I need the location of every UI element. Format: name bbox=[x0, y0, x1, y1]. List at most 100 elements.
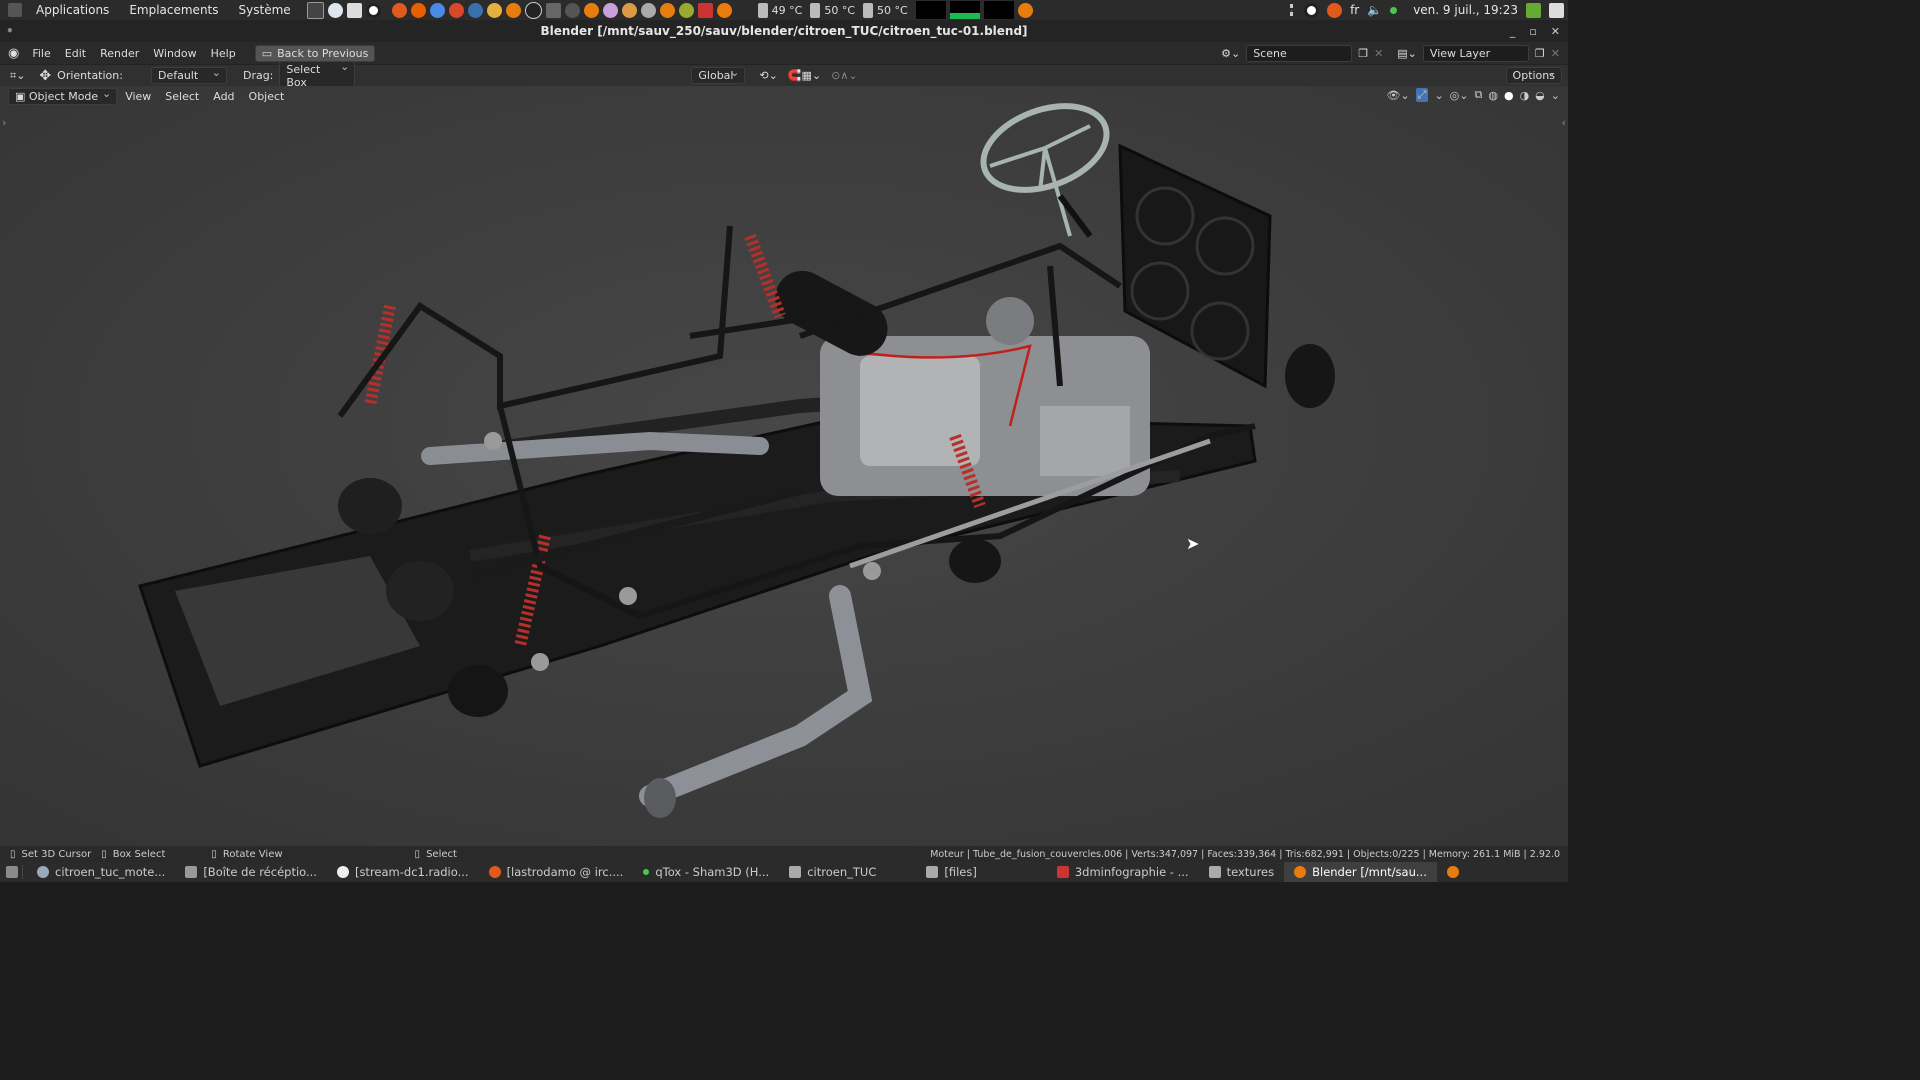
gizmo-dropdown-icon[interactable]: ⌄ bbox=[1434, 89, 1443, 102]
window-menu-icon[interactable]: • bbox=[6, 24, 14, 38]
task-citroen-tuc-moteur[interactable]: citroen_tuc_mote... bbox=[27, 862, 175, 882]
cpu-graph bbox=[915, 1, 946, 19]
menu-select[interactable]: Select bbox=[159, 89, 205, 104]
snap-target-icon[interactable]: ▦⌄ bbox=[802, 69, 822, 82]
app-icon[interactable] bbox=[365, 2, 381, 18]
clock[interactable]: ven. 9 juil., 19:23 bbox=[1413, 3, 1518, 17]
task-files[interactable]: [files] bbox=[916, 862, 986, 882]
menu-render[interactable]: Render bbox=[93, 47, 146, 60]
visibility-icon[interactable]: 👁⌄ bbox=[1386, 89, 1409, 102]
jolly-roger-icon[interactable] bbox=[640, 2, 656, 18]
options-dropdown[interactable]: Options bbox=[1505, 66, 1562, 84]
task-textures[interactable]: textures bbox=[1199, 862, 1285, 882]
scene-field[interactable]: Scene bbox=[1246, 44, 1353, 62]
tray-app-icon[interactable] bbox=[1304, 2, 1320, 18]
window-titlebar[interactable]: • Blender [/mnt/sauv_250/sauv/blender/ci… bbox=[0, 20, 1568, 42]
shading-options-icon[interactable]: ⌄ bbox=[1551, 89, 1560, 102]
view-layer-type-icon[interactable]: ▤⌄ bbox=[1397, 47, 1417, 60]
blender-tray-icon[interactable] bbox=[1017, 2, 1033, 18]
filezilla-icon[interactable] bbox=[697, 2, 713, 18]
editor-type-icon[interactable]: ⌗⌄ bbox=[10, 69, 25, 83]
blender-icon[interactable] bbox=[505, 2, 521, 18]
blender-logo-icon[interactable]: ◉ bbox=[8, 46, 19, 61]
transform-orientation-dropdown[interactable]: Global bbox=[691, 66, 746, 84]
close-icon[interactable]: ✕ bbox=[1551, 25, 1560, 38]
firefox-icon[interactable] bbox=[410, 2, 426, 18]
blender-icon-3[interactable] bbox=[659, 2, 675, 18]
app-icon-6[interactable] bbox=[621, 2, 637, 18]
menu-view[interactable]: View bbox=[119, 89, 157, 104]
menu-window[interactable]: Window bbox=[146, 47, 203, 60]
menu-object[interactable]: Object bbox=[243, 89, 291, 104]
update-icon[interactable] bbox=[1526, 2, 1541, 18]
back-to-previous-button[interactable]: ▭ Back to Previous bbox=[254, 44, 376, 62]
show-desktop-icon-2[interactable] bbox=[6, 866, 18, 878]
net-graph bbox=[983, 1, 1014, 19]
app-icon-4[interactable] bbox=[545, 2, 561, 18]
qtox-status-icon bbox=[643, 869, 650, 875]
menu-places[interactable]: Emplacements bbox=[119, 3, 228, 17]
view-layer-new-icon[interactable]: ❐ bbox=[1535, 47, 1545, 60]
scene-new-icon[interactable]: ❐ bbox=[1358, 47, 1368, 60]
vlc-icon[interactable] bbox=[391, 2, 407, 18]
scene-delete-icon[interactable]: ✕ bbox=[1374, 47, 1383, 60]
sidebar-expand-icon[interactable]: ‹ bbox=[1562, 116, 1566, 129]
chrome-icon[interactable] bbox=[429, 2, 445, 18]
tray-vlc-icon[interactable] bbox=[1327, 2, 1343, 18]
overlay-icon[interactable]: ◎⌄ bbox=[1450, 89, 1469, 102]
rendered-shading-icon[interactable]: ◒ bbox=[1535, 89, 1545, 102]
menu-applications[interactable]: Applications bbox=[26, 3, 119, 17]
material-shading-icon[interactable]: ◑ bbox=[1520, 89, 1530, 102]
move-tool-icon[interactable]: ✥ bbox=[39, 68, 51, 84]
snap-icon[interactable]: 🧲 bbox=[788, 69, 802, 82]
files-icon[interactable] bbox=[346, 2, 362, 18]
task-mail[interactable]: [Boîte de récéptio... bbox=[175, 862, 327, 882]
volume-icon[interactable]: 🔈 bbox=[1367, 3, 1382, 17]
view-layer-field[interactable]: View Layer bbox=[1422, 44, 1529, 62]
viewport-render bbox=[0, 86, 1568, 846]
menu-help[interactable]: Help bbox=[204, 47, 243, 60]
pivot-icon[interactable]: ⟲⌄ bbox=[759, 69, 777, 82]
inkscape-icon[interactable] bbox=[564, 2, 580, 18]
keyboard-layout[interactable]: fr bbox=[1350, 3, 1359, 17]
menu-file[interactable]: File bbox=[25, 47, 57, 60]
app-icon-3[interactable] bbox=[467, 2, 483, 18]
browser-icon[interactable] bbox=[327, 2, 343, 18]
task-qtox[interactable]: qTox - Sham3D (H... bbox=[633, 862, 779, 882]
toolbar-expand-icon[interactable]: › bbox=[2, 116, 6, 129]
xray-icon[interactable]: ⧉ bbox=[1474, 88, 1482, 102]
scene-type-icon[interactable]: ⚙⌄ bbox=[1221, 47, 1240, 60]
task-blender[interactable]: Blender [/mnt/sau... bbox=[1284, 862, 1437, 882]
show-desktop-icon[interactable] bbox=[1549, 2, 1564, 18]
menu-edit[interactable]: Edit bbox=[58, 47, 93, 60]
gimp-icon[interactable] bbox=[486, 2, 502, 18]
task-folder-citroen-tuc[interactable]: citroen_TUC bbox=[779, 862, 886, 882]
solid-shading-icon[interactable]: ● bbox=[1504, 89, 1514, 102]
transform-orientation-value: Global bbox=[698, 69, 734, 82]
orientation-dropdown[interactable]: Default bbox=[150, 66, 227, 84]
gizmo-icon[interactable]: ⤢ bbox=[1415, 88, 1429, 102]
mode-dropdown[interactable]: ▣ Object Mode bbox=[8, 87, 118, 105]
workspace-switcher-icon[interactable] bbox=[1446, 866, 1459, 878]
wireframe-shading-icon[interactable]: ◍ bbox=[1488, 89, 1498, 102]
view-layer-delete-icon[interactable]: ✕ bbox=[1551, 47, 1560, 60]
menu-system[interactable]: Système bbox=[229, 3, 301, 17]
gnome-foot-icon[interactable] bbox=[8, 3, 22, 17]
3d-viewport[interactable]: ➤ › ‹ bbox=[0, 86, 1568, 846]
task-label: [Boîte de récéptio... bbox=[203, 865, 317, 879]
task-irc[interactable]: [lastrodamo @ irc.... bbox=[479, 862, 634, 882]
obs-icon[interactable] bbox=[524, 1, 542, 19]
task-filezilla[interactable]: 3dminfographie - ... bbox=[1047, 862, 1199, 882]
task-stream-radio[interactable]: [stream-dc1.radio... bbox=[327, 862, 479, 882]
terminal-icon[interactable] bbox=[306, 1, 324, 19]
app-icon-7[interactable] bbox=[678, 2, 694, 18]
falloff-icon[interactable]: ∧⌄ bbox=[840, 69, 857, 82]
app-icon-2[interactable] bbox=[448, 2, 464, 18]
proportional-edit-icon[interactable]: ⊙ bbox=[831, 69, 840, 82]
minimize-icon[interactable]: _ bbox=[1510, 25, 1516, 38]
maximize-icon[interactable]: ▫ bbox=[1529, 25, 1536, 38]
blender-icon-4[interactable] bbox=[716, 2, 732, 18]
menu-add[interactable]: Add bbox=[207, 89, 240, 104]
blender-icon-2[interactable] bbox=[583, 2, 599, 18]
app-icon-5[interactable] bbox=[602, 2, 618, 18]
